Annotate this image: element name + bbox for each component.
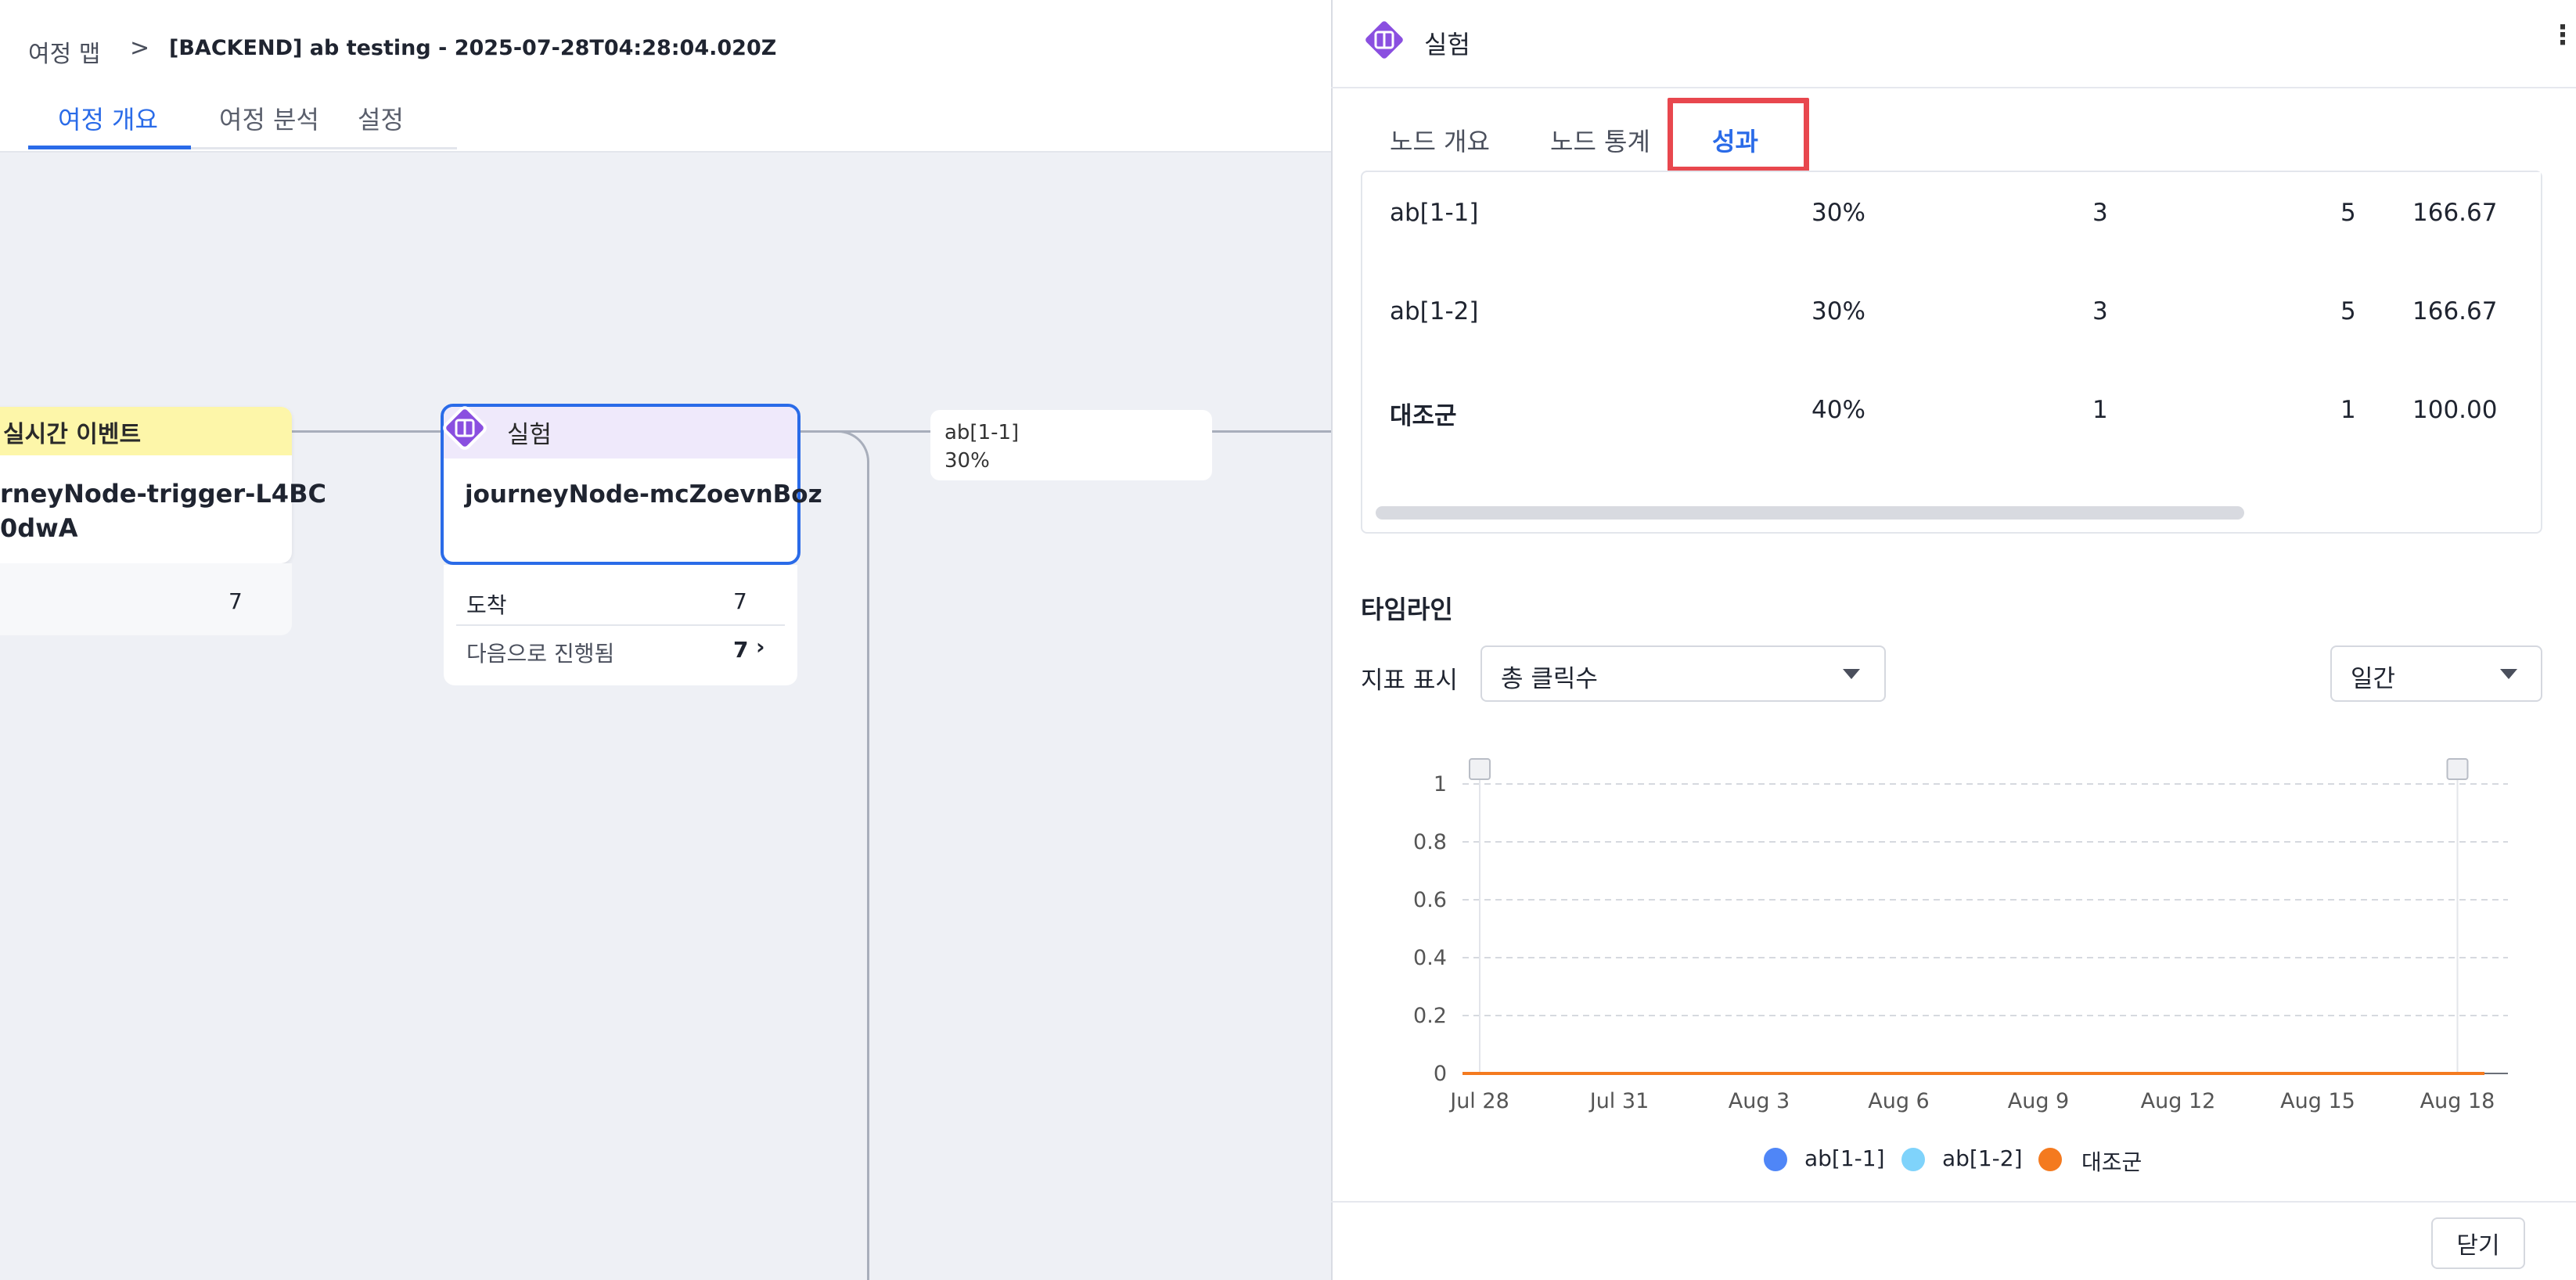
table-cell-name: ab[1-2] bbox=[1390, 297, 1479, 325]
timeline-title: 타임라인 bbox=[1361, 595, 1453, 624]
trigger-node-count: 7 bbox=[228, 588, 243, 614]
chevron-right-icon: > bbox=[130, 34, 150, 62]
x-tick-label: Jul 31 bbox=[1588, 1089, 1650, 1113]
edge-branch-right bbox=[1212, 430, 1331, 433]
arrived-label: 도착 bbox=[466, 592, 507, 618]
table-cell-name: 대조군 bbox=[1390, 402, 1457, 430]
table-cell-split: 40% bbox=[1811, 396, 1865, 424]
legend-marker bbox=[1901, 1148, 1925, 1171]
x-tick-label: Aug 15 bbox=[2280, 1089, 2355, 1113]
experiment-node-name: journeyNode-mcZoevnBoz bbox=[465, 480, 822, 509]
page-title: [BACKEND] ab testing - 2025-07-28T04:28:… bbox=[169, 36, 777, 60]
tab-overview[interactable]: 여정 개요 bbox=[58, 100, 158, 136]
experiment-icon bbox=[443, 406, 487, 450]
x-tick-label: Aug 12 bbox=[2141, 1089, 2216, 1113]
trigger-node-footer bbox=[0, 563, 292, 635]
next-count[interactable]: 7 bbox=[733, 637, 748, 663]
trigger-node-type: 실시간 이벤트 bbox=[3, 421, 142, 448]
metric-select-value: 총 클릭수 bbox=[1501, 665, 1598, 693]
horizontal-scrollbar[interactable] bbox=[1376, 506, 2244, 520]
experiment-node-type: 실험 bbox=[507, 421, 552, 449]
y-tick-label: 1 bbox=[1434, 772, 1447, 796]
divider bbox=[456, 624, 785, 626]
chevron-right-icon[interactable]: › bbox=[756, 634, 765, 660]
y-tick-label: 0.8 bbox=[1413, 830, 1447, 854]
table-cell-value: 5 bbox=[2340, 199, 2356, 227]
tab-analysis[interactable]: 여정 분석 bbox=[219, 100, 319, 136]
metric-label: 지표 표시 bbox=[1361, 667, 1458, 695]
table-clip bbox=[2496, 172, 2541, 501]
x-tick-label: Aug 3 bbox=[1729, 1089, 1790, 1113]
chevron-down-icon bbox=[1843, 669, 1860, 679]
edge-branch-down bbox=[801, 430, 869, 1280]
performance-table bbox=[1361, 171, 2542, 534]
next-label: 다음으로 진행됨 bbox=[466, 641, 615, 667]
annotation-icon bbox=[2446, 758, 2469, 780]
chevron-down-icon bbox=[2500, 669, 2517, 679]
more-vertical-icon[interactable]: ⋮ bbox=[2549, 22, 2576, 49]
x-tick-label: Aug 18 bbox=[2420, 1089, 2495, 1113]
table-cell-split: 30% bbox=[1811, 297, 1865, 325]
table-cell-value: 1 bbox=[2340, 396, 2356, 424]
legend-label: 대조군 bbox=[2081, 1149, 2142, 1175]
close-button[interactable]: 닫기 bbox=[2431, 1217, 2525, 1269]
table-cell-value: 5 bbox=[2340, 297, 2356, 325]
x-tick-label: Aug 9 bbox=[2008, 1089, 2069, 1113]
experiment-icon bbox=[1362, 18, 1406, 62]
y-tick-label: 0.2 bbox=[1413, 1004, 1447, 1028]
y-tick-label: 0.6 bbox=[1413, 888, 1447, 912]
tab-node-stats[interactable]: 노드 통계 bbox=[1550, 122, 1650, 158]
active-tab-indicator bbox=[28, 146, 191, 149]
table-cell-value: 1 bbox=[2092, 396, 2108, 424]
x-tick-label: Aug 6 bbox=[1868, 1089, 1929, 1113]
timeline-chart: 0 0.2 0.4 0.6 0.8 1 Jul 28 Jul 31 Aug 3 Aug 6 Aug … bbox=[1413, 758, 2508, 1113]
table-cell-value: 3 bbox=[2092, 199, 2108, 227]
branch-percent: 30% bbox=[944, 449, 990, 473]
panel-title: 실험 bbox=[1424, 30, 1470, 59]
trigger-node-name-cont: 0dwA bbox=[0, 513, 78, 543]
highlight-box bbox=[1668, 98, 1809, 172]
tab-bar-line bbox=[191, 147, 457, 149]
branch-name: ab[1-1] bbox=[944, 421, 1020, 444]
journey-canvas[interactable]: 실시간 이벤트 rneyNode-trigger-L4BC 0dwA 7 실험 … bbox=[0, 0, 1331, 1280]
x-tick-label: Jul 28 bbox=[1448, 1089, 1509, 1113]
breadcrumb-root[interactable]: 여정 맵 bbox=[28, 34, 100, 69]
period-select-value: 일간 bbox=[2351, 665, 2396, 693]
table-cell-value: 3 bbox=[2092, 297, 2108, 325]
tab-node-overview[interactable]: 노드 개요 bbox=[1390, 122, 1490, 158]
annotation-icon bbox=[1469, 758, 1491, 780]
arrived-count: 7 bbox=[733, 588, 747, 614]
divider bbox=[1331, 87, 2576, 88]
table-cell-split: 30% bbox=[1811, 199, 1865, 227]
trigger-node-name: rneyNode-trigger-L4BC bbox=[0, 479, 326, 509]
tab-settings[interactable]: 설정 bbox=[358, 100, 404, 136]
legend-label: ab[1-2] bbox=[1942, 1145, 2023, 1171]
legend-label: ab[1-1] bbox=[1804, 1145, 1885, 1171]
table-cell-name: ab[1-1] bbox=[1390, 199, 1479, 227]
top-bar: 여정 맵 > [BACKEND] ab testing - 2025-07-28… bbox=[0, 0, 1331, 153]
legend-marker bbox=[1764, 1148, 1787, 1171]
experiment-node-header bbox=[444, 407, 797, 458]
legend-marker bbox=[2038, 1148, 2062, 1171]
divider bbox=[1331, 1201, 2576, 1203]
y-tick-label: 0.4 bbox=[1413, 946, 1447, 970]
y-tick-label: 0 bbox=[1434, 1062, 1447, 1086]
edge-trigger-to-experiment bbox=[291, 430, 443, 433]
